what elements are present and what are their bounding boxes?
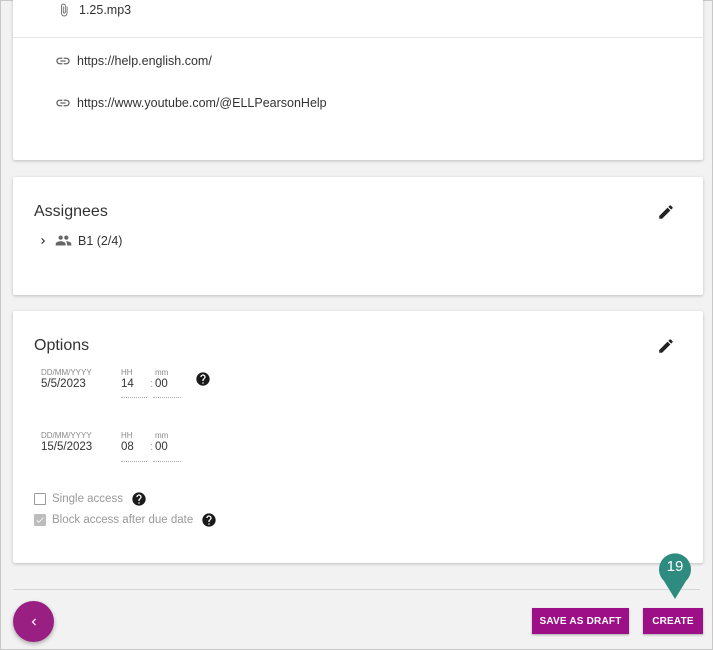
block-access-option[interactable]: Block access after due date: [34, 512, 217, 528]
edit-assignees-icon[interactable]: [657, 203, 675, 221]
link-icon: [55, 53, 71, 69]
divider: [13, 37, 703, 38]
chevron-right-icon[interactable]: [37, 235, 49, 247]
assignees-card: Assignees B1 (2/4): [13, 177, 703, 295]
block-access-label: Block access after due date: [52, 514, 194, 526]
attachment-file[interactable]: 1.25.mp3: [57, 2, 131, 18]
minute-caption: mm: [155, 368, 169, 377]
attachment-link-1[interactable]: https://help.english.com/: [55, 53, 212, 69]
paperclip-icon: [57, 2, 71, 18]
time-separator: :: [150, 441, 154, 453]
date-caption: DD/MM/YYYY: [41, 368, 92, 377]
step-number: 19: [666, 558, 684, 575]
group-icon: [55, 232, 72, 249]
help-icon[interactable]: [195, 371, 211, 387]
start-date-value: 5/5/2023: [41, 378, 86, 390]
hour-caption: HH: [121, 431, 133, 440]
check-icon: [36, 517, 44, 523]
footer-divider: [13, 589, 700, 590]
minute-underline: [153, 461, 181, 462]
hour-underline: [121, 397, 147, 398]
create-button[interactable]: CREATE: [643, 608, 703, 634]
help-icon[interactable]: [131, 491, 147, 507]
single-access-option[interactable]: Single access: [34, 491, 147, 507]
edit-options-icon[interactable]: [657, 337, 675, 355]
options-card: Options DD/MM/YYYY 5/5/2023 HH 14 : mm 0…: [13, 311, 703, 563]
single-access-label: Single access: [52, 493, 123, 505]
end-minute-value: 00: [155, 441, 168, 453]
minute-caption: mm: [155, 431, 169, 440]
attachments-card: 1.25.mp3 https://help.english.com/ https…: [13, 0, 703, 160]
attachment-link-text: https://www.youtube.com/@ELLPearsonHelp: [77, 96, 327, 110]
attachment-file-name: 1.25.mp3: [79, 3, 132, 17]
options-title: Options: [34, 337, 90, 354]
step-marker-badge: 19: [659, 553, 691, 599]
attachment-link-text: https://help.english.com/: [77, 54, 212, 68]
link-icon: [55, 95, 71, 111]
date-caption: DD/MM/YYYY: [41, 431, 92, 440]
assignees-title: Assignees: [34, 203, 108, 220]
back-button[interactable]: [13, 601, 54, 642]
attachment-link-2[interactable]: https://www.youtube.com/@ELLPearsonHelp: [55, 95, 327, 111]
save-as-draft-button[interactable]: SAVE AS DRAFT: [532, 608, 629, 634]
end-hour-value: 08: [121, 441, 134, 453]
help-icon[interactable]: [201, 512, 217, 528]
minute-underline: [153, 397, 181, 398]
time-separator: :: [150, 378, 154, 390]
block-access-checkbox[interactable]: [34, 514, 46, 526]
single-access-checkbox[interactable]: [34, 493, 46, 505]
assignee-group-label: B1 (2/4): [78, 233, 123, 248]
start-minute-value: 00: [155, 378, 168, 390]
assignee-group-row[interactable]: B1 (2/4): [37, 232, 122, 249]
chevron-left-icon: [31, 618, 36, 625]
end-date-value: 15/5/2023: [41, 441, 93, 453]
hour-underline: [121, 461, 147, 462]
hour-caption: HH: [121, 368, 133, 377]
start-hour-value: 14: [121, 378, 134, 390]
